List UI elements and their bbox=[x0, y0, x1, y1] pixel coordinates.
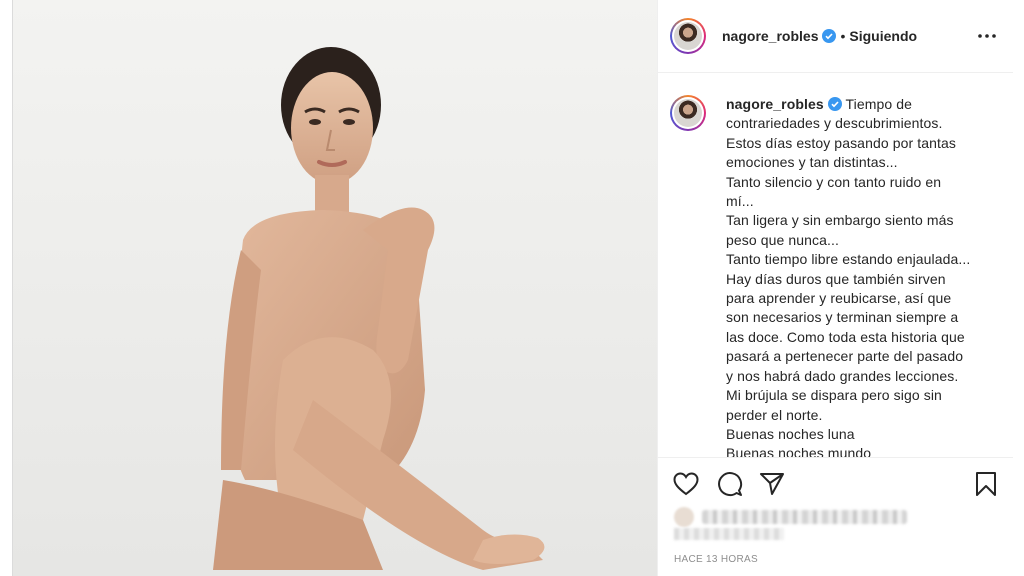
caption-line: Tanto tiempo libre estando enjaulada... bbox=[726, 251, 971, 268]
caption-first-line: nagore_robles Tiempo de bbox=[726, 95, 994, 114]
following-button[interactable]: Siguiendo bbox=[849, 28, 917, 44]
post-sidebar: nagore_robles • Siguiendo nagore_robles … bbox=[657, 0, 1024, 576]
caption-line: Buenas noches luna bbox=[726, 425, 855, 442]
verified-badge-icon bbox=[827, 97, 842, 111]
likes-text-redacted-2 bbox=[674, 528, 784, 540]
post-timestamp[interactable]: HACE 13 HORAS bbox=[674, 554, 758, 565]
caption-line: peso que nunca... bbox=[726, 231, 840, 248]
avatar-ring-inner bbox=[672, 97, 704, 129]
comments-area[interactable]: nagore_robles Tiempo de contrariedades y… bbox=[658, 73, 1013, 458]
caption-text: nagore_robles Tiempo de contrariedades y… bbox=[726, 95, 994, 458]
liker-avatar bbox=[674, 507, 694, 527]
bookmark-icon[interactable] bbox=[972, 470, 1000, 498]
post-header: nagore_robles • Siguiendo bbox=[658, 0, 1013, 73]
separator-dot: • bbox=[840, 28, 846, 44]
more-options-icon[interactable] bbox=[977, 26, 997, 46]
caption-username[interactable]: nagore_robles bbox=[726, 96, 824, 112]
avatar-image bbox=[674, 99, 702, 127]
caption-line: Mi brújula se dispara pero sigo sin bbox=[726, 387, 942, 404]
photo-illustration bbox=[213, 47, 545, 570]
caption-line: Hay días duros que también sirven bbox=[726, 270, 946, 287]
avatar-ring-inner bbox=[672, 20, 704, 52]
page-margin bbox=[0, 0, 12, 576]
share-icon[interactable] bbox=[758, 470, 786, 498]
action-bar bbox=[658, 466, 1013, 506]
caption-line: Tan ligera y sin embargo siento más bbox=[726, 212, 954, 229]
caption-line: perder el norte. bbox=[726, 406, 823, 423]
caption-line: Tiempo de bbox=[845, 96, 913, 112]
caption-line: y nos habrá dado grandes lecciones. bbox=[726, 367, 959, 384]
likes-summary[interactable] bbox=[674, 506, 907, 528]
caption-line: son necesarios y terminan siempre a bbox=[726, 309, 959, 326]
caption-line: Tanto silencio y con tanto ruido en bbox=[726, 173, 942, 190]
caption-avatar[interactable] bbox=[670, 95, 706, 131]
caption-line: Buenas noches mundo bbox=[726, 445, 872, 458]
avatar-image bbox=[674, 22, 702, 50]
caption-comment: nagore_robles Tiempo de contrariedades y… bbox=[670, 95, 994, 458]
caption-line: para aprender y reubicarse, así que bbox=[726, 290, 952, 307]
header-username[interactable]: nagore_robles bbox=[722, 28, 818, 44]
caption-line: emociones y tan distintas... bbox=[726, 154, 898, 171]
comment-icon[interactable] bbox=[716, 470, 744, 498]
caption-line: las doce. Como toda esta historia que bbox=[726, 328, 965, 345]
caption-line: Estos días estoy pasando por tantas bbox=[726, 134, 956, 151]
heart-icon[interactable] bbox=[672, 470, 700, 498]
caption-line: pasará a pertenecer parte del pasado bbox=[726, 348, 964, 365]
caption-line: mí... bbox=[726, 193, 754, 210]
verified-badge-icon bbox=[822, 29, 837, 43]
likes-text-redacted bbox=[702, 510, 907, 524]
profile-avatar[interactable] bbox=[670, 18, 706, 54]
post-photo[interactable] bbox=[12, 0, 658, 576]
caption-line: contrariedades y descubrimientos. bbox=[726, 115, 943, 132]
